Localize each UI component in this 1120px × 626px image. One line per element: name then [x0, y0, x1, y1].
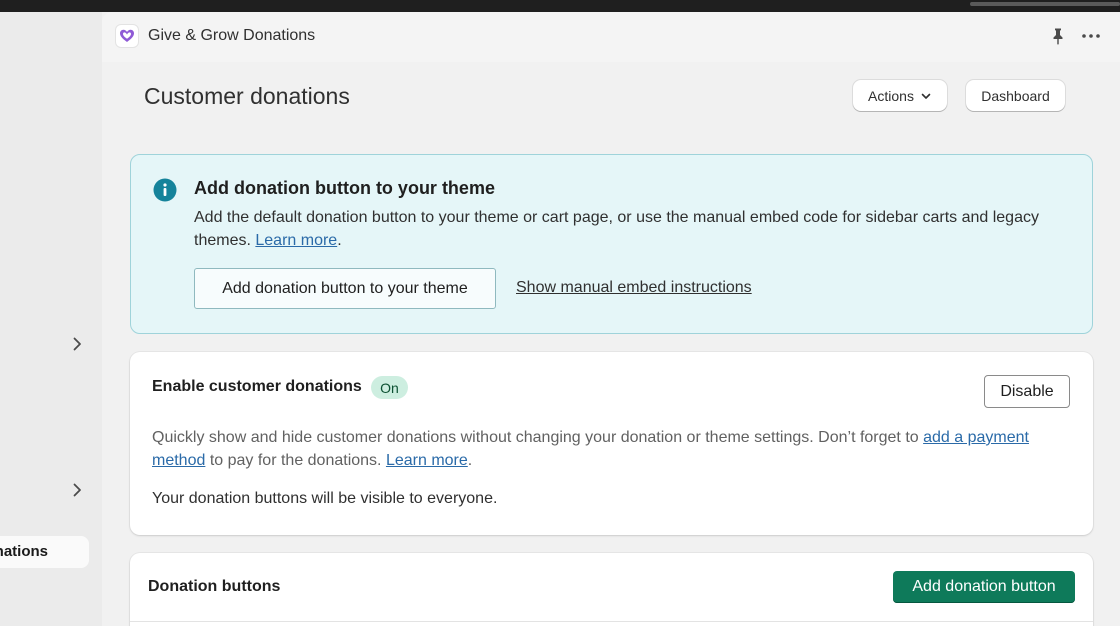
- banner-body: Add the default donation button to your …: [194, 209, 1039, 249]
- banner-learn-more-link[interactable]: Learn more: [255, 232, 337, 249]
- donation-buttons-title: Donation buttons: [148, 578, 281, 595]
- enable-donations-description: Quickly show and hide customer donations…: [152, 429, 1029, 469]
- nav-item-donations[interactable]: Donations: [0, 536, 89, 568]
- description-text: Quickly show and hide customer donations…: [152, 429, 924, 446]
- dashboard-label: Dashboard: [981, 87, 1050, 104]
- pin-icon[interactable]: [1048, 26, 1068, 46]
- dashboard-button[interactable]: Dashboard: [966, 80, 1065, 111]
- browser-top-bar: [0, 0, 1120, 12]
- banner-button-label: Add donation button to your theme: [222, 279, 468, 297]
- status-badge: On: [371, 376, 408, 399]
- chevron-right-icon[interactable]: [68, 335, 86, 353]
- left-navigation: [0, 12, 102, 626]
- actions-label: Actions: [868, 87, 914, 104]
- enable-learn-more-link[interactable]: Learn more: [386, 452, 468, 469]
- chevron-right-icon[interactable]: [68, 481, 86, 499]
- chevron-down-icon: [921, 93, 931, 99]
- visibility-note: Your donation buttons will be visible to…: [152, 490, 498, 507]
- add-donation-button-label: Add donation button: [912, 578, 1056, 595]
- show-manual-embed-instructions-link[interactable]: Show manual embed instructions: [516, 279, 752, 297]
- window-highlight: [970, 2, 1120, 6]
- more-horizontal-icon[interactable]: [1080, 26, 1102, 46]
- disable-button[interactable]: Disable: [984, 375, 1070, 408]
- enable-donations-card: Enable customer donations On Disable Qui…: [130, 352, 1093, 535]
- theme-setup-banner: Add donation button to your theme Add th…: [130, 154, 1093, 334]
- disable-label: Disable: [1000, 382, 1054, 400]
- description-text-end: to pay for the donations.: [205, 452, 382, 469]
- divider: [130, 621, 1093, 622]
- app-title: Give & Grow Donations: [148, 27, 316, 44]
- banner-title: Add donation button to your theme: [194, 178, 495, 198]
- heart-icon: [116, 25, 138, 47]
- page-header: Customer donations Actions Dashboard: [102, 62, 1120, 132]
- app-header: Give & Grow Donations: [102, 12, 1120, 62]
- enable-donations-title: Enable customer donations: [152, 378, 362, 395]
- donation-buttons-card: Donation buttons Add donation button: [130, 553, 1093, 626]
- nav-item-label: Donations: [0, 543, 48, 560]
- actions-menu-button[interactable]: Actions: [853, 80, 947, 111]
- info-icon: [153, 178, 177, 202]
- add-donation-button-to-theme-button[interactable]: Add donation button to your theme: [194, 268, 496, 309]
- add-donation-button[interactable]: Add donation button: [893, 571, 1075, 603]
- app-main-area: Give & Grow Donations Customer donations…: [102, 12, 1120, 626]
- page-title: Customer donations: [144, 83, 350, 109]
